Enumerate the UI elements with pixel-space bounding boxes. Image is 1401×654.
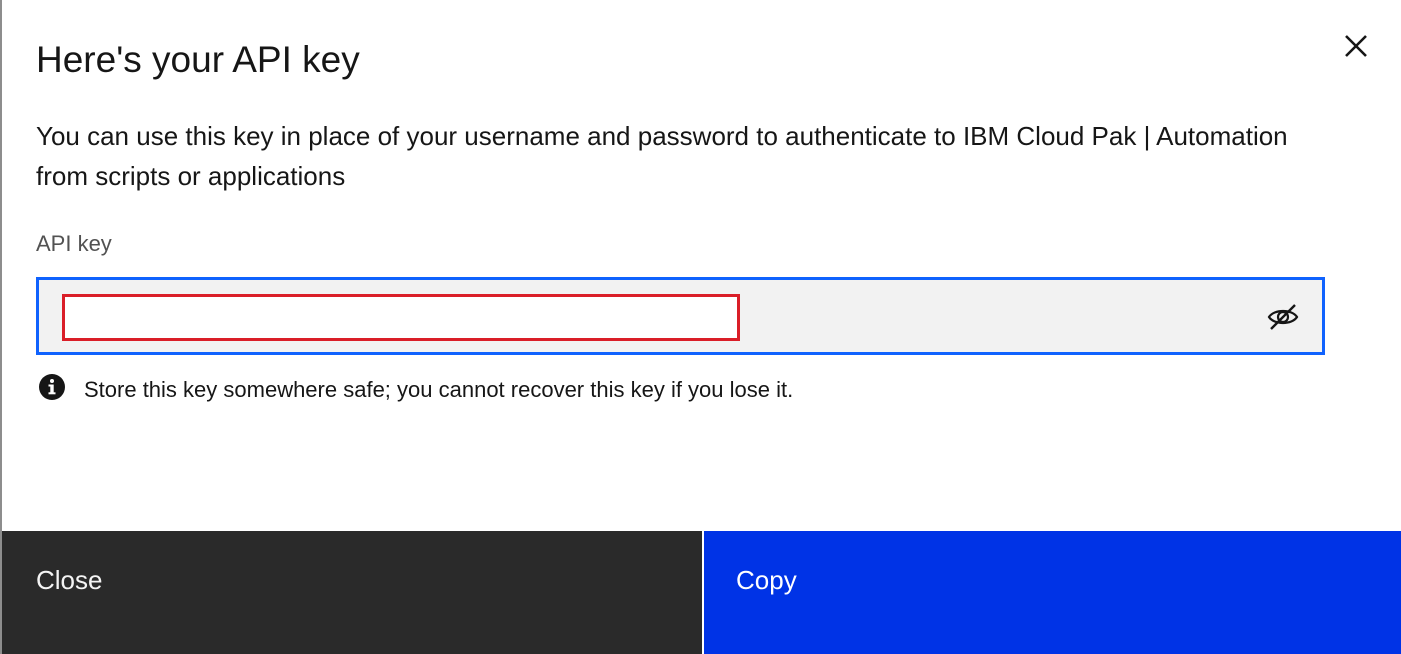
redaction-box — [62, 294, 740, 341]
eye-slash-icon[interactable] — [1263, 298, 1303, 336]
api-key-label: API key — [36, 231, 112, 256]
dialog-footer: Close Copy — [2, 531, 1401, 654]
helper-text: Store this key somewhere safe; you canno… — [84, 376, 794, 402]
api-key-input-wrapper — [36, 277, 1325, 355]
api-key-dialog: Here's your API key You can use this key… — [0, 0, 1401, 654]
copy-button[interactable]: Copy — [702, 531, 1401, 654]
helper-message: Store this key somewhere safe; you canno… — [38, 373, 793, 406]
close-icon[interactable] — [1336, 26, 1376, 66]
dialog-title: Here's your API key — [36, 39, 360, 80]
close-button[interactable]: Close — [2, 531, 702, 654]
info-icon — [38, 373, 66, 406]
dialog-description: You can use this key in place of your us… — [36, 121, 1288, 191]
